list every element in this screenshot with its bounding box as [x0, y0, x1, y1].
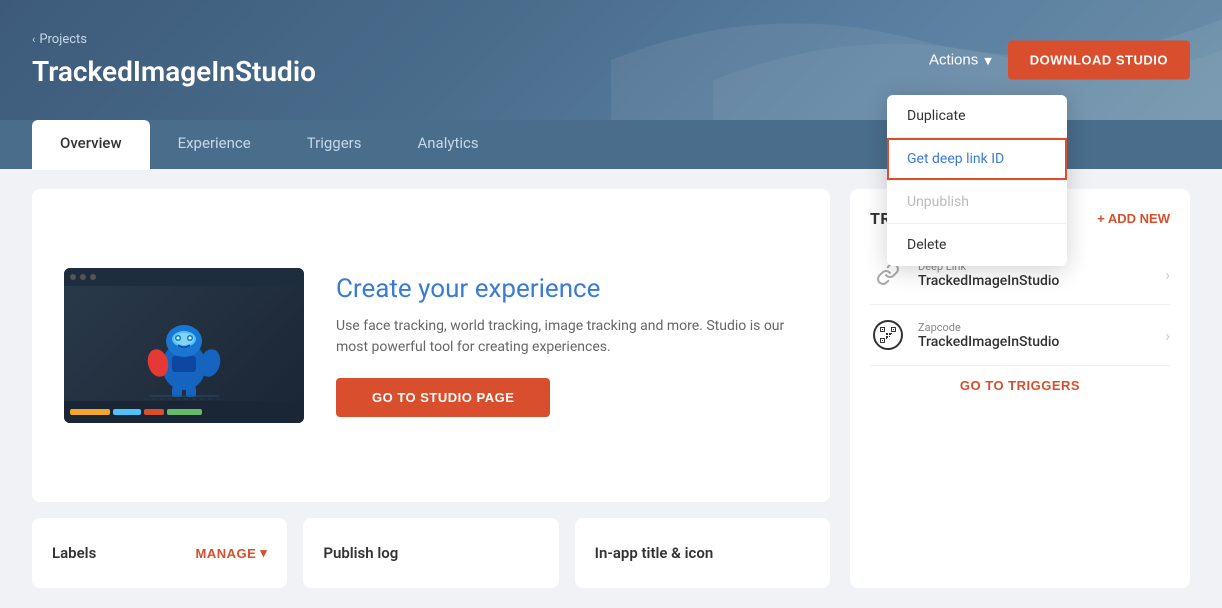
tab-triggers[interactable]: Triggers	[279, 120, 390, 169]
dropdown-item-unpublish: Unpublish	[887, 181, 1067, 223]
left-panel: Create your experience Use face tracking…	[32, 189, 830, 588]
tab-analytics[interactable]: Analytics	[389, 120, 506, 169]
zapcode-icon	[870, 317, 906, 353]
breadcrumb-label[interactable]: Projects	[39, 32, 87, 47]
tab-overview[interactable]: Overview	[32, 120, 150, 170]
download-studio-button[interactable]: DOWNLOAD STUDIO	[1008, 41, 1190, 80]
trigger-name-deeplink: TrackedImageInStudio	[918, 273, 1165, 289]
actions-dropdown: Duplicate Get deep link ID Unpublish Del…	[887, 95, 1067, 266]
robot-character	[134, 291, 234, 401]
in-app-title: In-app title & icon	[595, 544, 714, 562]
manage-button[interactable]: MANAGE ▾	[196, 545, 268, 561]
trigger-type-zapcode: Zapcode	[918, 321, 1165, 334]
chevron-right-icon: ›	[1165, 265, 1170, 284]
labels-card: Labels MANAGE ▾	[32, 518, 287, 588]
hero-title: Create your experience	[336, 274, 798, 304]
labels-card-title: Labels	[52, 544, 96, 562]
chevron-down-icon: ▾	[984, 51, 992, 69]
publish-log-title: Publish log	[323, 544, 398, 562]
chevron-right-icon: ›	[1165, 326, 1170, 345]
dropdown-item-deeplink[interactable]: Get deep link ID	[887, 138, 1067, 180]
hero-description: Use face tracking, world tracking, image…	[336, 316, 798, 358]
dropdown-item-delete[interactable]: Delete	[887, 224, 1067, 266]
hero-image-inner	[64, 268, 304, 423]
bar-chip	[167, 409, 202, 415]
dropdown-item-duplicate[interactable]: Duplicate	[887, 95, 1067, 137]
hero-text: Create your experience Use face tracking…	[336, 274, 798, 417]
hero-section: Create your experience Use face tracking…	[32, 189, 830, 502]
go-to-studio-button[interactable]: GO TO STUDIO PAGE	[336, 378, 550, 417]
bar-chip	[113, 409, 141, 415]
go-to-triggers-button[interactable]: GO TO TRIGGERS	[870, 366, 1170, 405]
chevron-down-icon: ▾	[260, 545, 267, 561]
actions-label: Actions	[929, 52, 978, 69]
hero-image	[64, 268, 304, 423]
bar-chip	[144, 409, 164, 415]
tab-experience[interactable]: Experience	[150, 120, 279, 169]
in-app-title-card: In-app title & icon	[575, 518, 830, 588]
bar-chip	[70, 409, 110, 415]
back-arrow-icon: ‹	[32, 33, 35, 46]
header-actions: Actions ▾ DOWNLOAD STUDIO	[929, 41, 1190, 80]
add-new-button[interactable]: + ADD NEW	[1097, 211, 1170, 226]
trigger-info-zapcode: Zapcode TrackedImageInStudio	[918, 321, 1165, 350]
trigger-name-zapcode: TrackedImageInStudio	[918, 334, 1165, 350]
publish-log-card: Publish log	[303, 518, 558, 588]
actions-button[interactable]: Actions ▾	[929, 51, 992, 69]
bottom-cards: Labels MANAGE ▾ Publish log In-app title…	[32, 518, 830, 588]
hero-bottom-bar	[64, 401, 304, 423]
trigger-item-zapcode[interactable]: Zapcode TrackedImageInStudio ›	[870, 305, 1170, 366]
